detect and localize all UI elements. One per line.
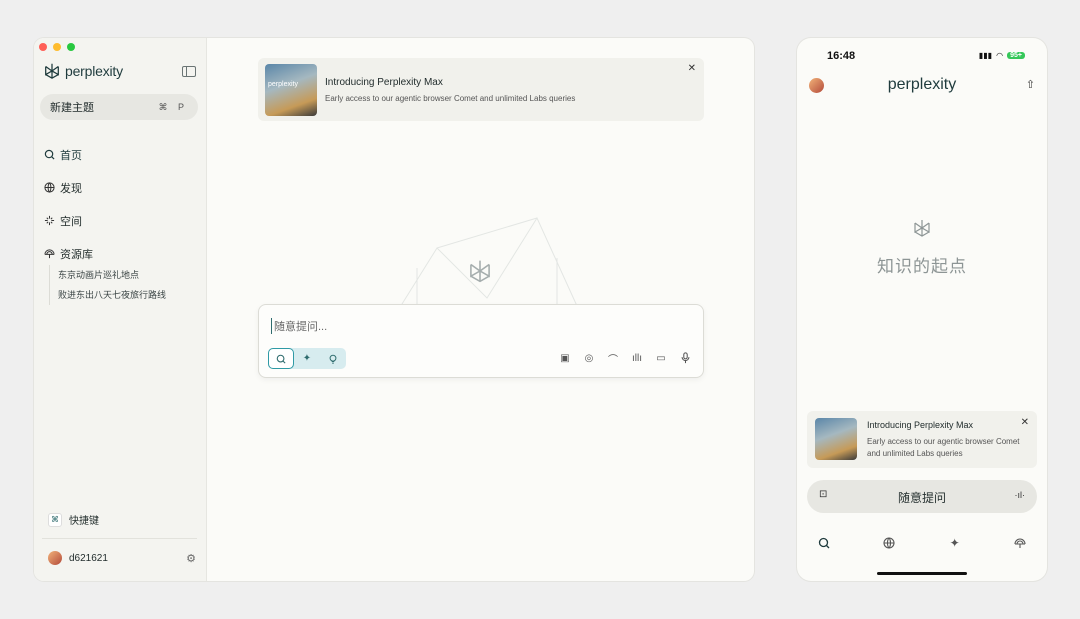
maximize-window-button[interactable] [67, 43, 75, 51]
mobile-screen: 16:48 ▮▮▮ ◠ 95+ perplexity ⇧ 知识的起点 Intro… [797, 38, 1047, 581]
shortcuts-label: 快捷键 [69, 516, 99, 527]
tab-spaces[interactable]: ✦ [948, 536, 962, 550]
search-mode-toggle: ✦ [268, 348, 346, 369]
perplexity-logo-icon [470, 260, 490, 283]
status-bar-icons: ▮▮▮ ◠ 95+ [979, 51, 1025, 60]
labs-mode-button[interactable] [320, 348, 346, 369]
promo-thumbnail: perplexity [265, 64, 317, 116]
share-icon[interactable]: ⇧ [1026, 78, 1035, 91]
avatar [48, 551, 62, 565]
globe-icon[interactable]: ◎ [583, 351, 595, 365]
brand-name: perplexity [65, 63, 123, 79]
battery-badge: 95+ [1007, 52, 1025, 59]
promo-banner[interactable]: Introducing Perplexity Max Early access … [807, 411, 1037, 468]
promo-title: Introducing Perplexity Max [325, 77, 443, 88]
sidebar: perplexity 新建主题 ⌘ P 首页 发现 空间 资源库 东京动画片巡礼… [34, 38, 207, 581]
new-thread-shortcut: ⌘ P [158, 101, 188, 112]
ask-input-placeholder: 随意提问 [897, 491, 946, 505]
bottom-tab-bar: ✦ [817, 536, 1027, 550]
signal-icon: ▮▮▮ [978, 51, 993, 60]
promo-subtitle: Early access to our agentic browser Come… [867, 437, 1020, 458]
library-item[interactable]: 败进东出八天七夜旅行路线 [58, 285, 166, 305]
perplexity-logo-icon [914, 220, 930, 237]
keyboard-shortcut-icon: ⌘ [48, 512, 62, 527]
sidebar-item-home[interactable]: 首页 [44, 138, 204, 171]
ask-input[interactable]: 随意提问... ✦ ▣ ◎ ⌒ ıllı ▭ [258, 304, 704, 378]
window-icon[interactable]: ▭ [655, 351, 667, 365]
sidebar-item-discover[interactable]: 发现 [44, 171, 204, 204]
sidebar-item-label: 发现 [60, 182, 82, 195]
voice-wave-icon[interactable]: ıllı [631, 351, 643, 365]
shortcuts-link[interactable]: ⌘ 快捷键 [48, 512, 99, 527]
tab-discover[interactable] [882, 536, 896, 550]
ask-input-placeholder: 随意提问... [271, 318, 327, 334]
window-controls [39, 43, 75, 51]
promo-title: Introducing Perplexity Max [867, 420, 974, 430]
attach-icon[interactable]: ⌒ [607, 351, 619, 366]
sidebar-nav: 首页 发现 空间 资源库 [44, 138, 204, 270]
library-icon [44, 248, 55, 259]
close-icon[interactable]: ✕ [688, 63, 696, 74]
search-icon [44, 149, 55, 160]
library-item[interactable]: 东京动画片巡礼地点 [58, 265, 166, 285]
main-content: perplexity Introducing Perplexity Max Ea… [207, 38, 754, 581]
brand[interactable]: perplexity [43, 62, 123, 80]
phone-brand: perplexity [887, 76, 957, 93]
new-thread-button[interactable]: 新建主题 ⌘ P [40, 94, 198, 120]
status-time: 16:48 [827, 50, 856, 62]
sidebar-item-label: 首页 [60, 149, 82, 162]
close-window-button[interactable] [39, 43, 47, 51]
home-indicator [877, 572, 967, 575]
model-select-icon[interactable]: ▣ [559, 351, 571, 365]
promo-thumbnail-text: perplexity [268, 81, 298, 88]
gear-icon[interactable]: ⚙ [186, 552, 196, 565]
minimize-window-button[interactable] [53, 43, 61, 51]
sidebar-toggle-icon[interactable] [182, 66, 196, 77]
sidebar-item-label: 资源库 [60, 248, 93, 261]
new-thread-label: 新建主题 [50, 102, 94, 114]
tab-home[interactable] [817, 536, 831, 550]
voice-wave-icon[interactable]: ·ıl· [1015, 490, 1026, 500]
globe-icon [44, 182, 55, 193]
perplexity-logo-icon [45, 63, 59, 79]
close-icon[interactable]: ✕ [1021, 417, 1029, 428]
microphone-icon[interactable] [679, 351, 691, 365]
wifi-icon: ◠ [996, 51, 1004, 60]
library-list: 东京动画片巡礼地点 败进东出八天七夜旅行路线 [49, 265, 166, 305]
research-mode-button[interactable]: ✦ [294, 348, 320, 369]
sidebar-item-spaces[interactable]: 空间 [44, 204, 204, 237]
sidebar-item-label: 空间 [60, 215, 82, 228]
promo-subtitle: Early access to our agentic browser Come… [325, 94, 576, 103]
spaces-icon [44, 215, 55, 226]
user-profile-row[interactable]: d621621 ⚙ [48, 551, 196, 565]
promo-thumbnail [815, 418, 857, 460]
tab-library[interactable] [1013, 536, 1027, 550]
phone-tagline: 知识的起点 [877, 257, 967, 276]
search-mode-button[interactable] [268, 348, 294, 369]
desktop-window: perplexity 新建主题 ⌘ P 首页 发现 空间 资源库 东京动画片巡礼… [34, 38, 754, 581]
input-tools: ▣ ◎ ⌒ ıllı ▭ [559, 351, 691, 366]
sidebar-divider [42, 538, 197, 539]
promo-banner[interactable]: perplexity Introducing Perplexity Max Ea… [258, 58, 704, 121]
ask-input[interactable]: ⊡ 随意提问 ·ıl· [807, 480, 1037, 513]
username: d621621 [69, 552, 108, 564]
